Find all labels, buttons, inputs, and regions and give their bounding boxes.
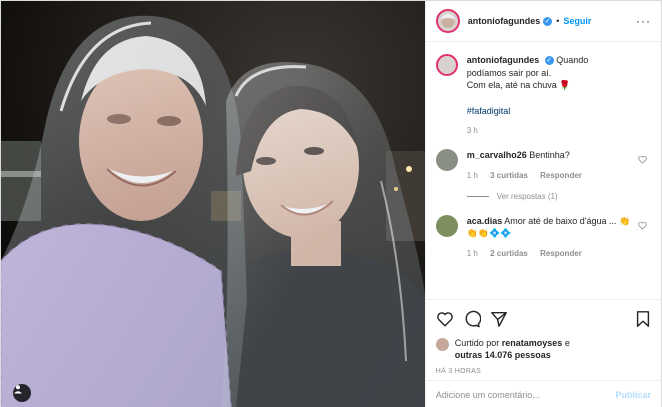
like-comment-heart-icon[interactable] <box>638 221 647 230</box>
comment-meta: 1 h 3 curtidas Responder <box>467 171 635 180</box>
user-icon <box>14 385 22 394</box>
commenter-username[interactable]: aca.dias <box>467 216 503 226</box>
comment-time[interactable]: 1 h <box>467 249 478 258</box>
caption: antoniofagundes ✓ Quando podíamos sair p… <box>435 54 651 135</box>
likes-others[interactable]: outras 14.076 pessoas <box>455 350 551 360</box>
comment-item: aca.dias Amor até de baixo d'água ... 👏👏… <box>435 214 651 258</box>
commenter-avatar[interactable] <box>435 149 458 171</box>
view-replies-label: Ver respostas (1) <box>496 191 558 201</box>
caption-username[interactable]: antoniofagundes <box>467 55 540 65</box>
verified-badge-icon: ✓ <box>544 56 554 66</box>
likes-text: Curtido por renatamoyses e outras 14.076… <box>455 337 570 361</box>
comments-list[interactable]: antoniofagundes ✓ Quando podíamos sair p… <box>426 42 661 298</box>
commenter-avatar[interactable] <box>435 214 458 237</box>
caption-line2: podíamos sair por aí. <box>466 67 552 78</box>
comment-text: aca.dias Amor até de baixo d'água ... 👏👏… <box>467 215 635 240</box>
caption-line3: Com ela, até na chuva 🌹 <box>466 80 571 90</box>
likes-prefix: Curtido por <box>454 338 500 348</box>
like-comment-heart-icon[interactable] <box>638 155 647 164</box>
likes-summary[interactable]: Curtido por renatamoyses e outras 14.076… <box>435 337 651 361</box>
commenter-username[interactable]: m_carvalho26 <box>467 150 527 160</box>
caption-meta: 3 h <box>467 126 635 135</box>
post-timestamp[interactable]: HÁ 3 HORAS <box>436 368 651 375</box>
replies-divider <box>466 195 489 197</box>
verified-badge-icon: ✓ <box>543 16 553 26</box>
post-sidebar: antoniofagundes ✓ • Seguir ··· antoniofa… <box>424 1 661 407</box>
comment-likes[interactable]: 2 curtidas <box>490 249 528 258</box>
comment-text: m_carvalho26 Bentinha? <box>467 149 635 162</box>
more-options-icon[interactable]: ··· <box>636 14 651 28</box>
comment-body: m_carvalho26 Bentinha? 1 h 3 curtidas Re… <box>467 149 651 180</box>
comment-likes[interactable]: 3 curtidas <box>490 171 528 180</box>
reply-button[interactable]: Responder <box>540 249 582 258</box>
caption-line1: Quando <box>556 55 589 65</box>
bookmark-icon[interactable] <box>635 310 651 328</box>
author-avatar[interactable] <box>435 9 460 33</box>
liker-avatar <box>435 338 449 351</box>
reply-button[interactable]: Responder <box>540 171 582 180</box>
comment-meta: 1 h 2 curtidas Responder <box>467 249 635 258</box>
caption-time[interactable]: 3 h <box>467 126 478 135</box>
heart-icon[interactable] <box>436 310 454 328</box>
comment-item: m_carvalho26 Bentinha? 1 h 3 curtidas Re… <box>435 149 651 180</box>
separator-dot: • <box>556 16 560 26</box>
likes-conj: e <box>564 338 570 348</box>
comment-icon[interactable] <box>463 310 481 328</box>
photo-illustration <box>1 1 425 407</box>
comment-body: aca.dias Amor até de baixo d'água ... 👏👏… <box>467 215 651 258</box>
post-modal: antoniofagundes ✓ • Seguir ··· antoniofa… <box>0 0 662 407</box>
add-comment-bar: Adicione um comentário... Publicar <box>425 380 661 407</box>
caption-avatar[interactable] <box>435 54 458 76</box>
caption-body: antoniofagundes ✓ Quando podíamos sair p… <box>467 54 651 135</box>
post-photo[interactable] <box>1 1 425 407</box>
post-header: antoniofagundes ✓ • Seguir ··· <box>425 1 661 42</box>
post-actions: Curtido por renatamoyses e outras 14.076… <box>425 299 661 375</box>
publish-button[interactable]: Publicar <box>615 390 651 400</box>
caption-text: antoniofagundes ✓ Quando podíamos sair p… <box>467 54 635 117</box>
tagged-people-button[interactable] <box>13 384 31 402</box>
view-replies-button[interactable]: Ver respostas (1) <box>466 191 651 201</box>
share-icon[interactable] <box>490 310 508 328</box>
comment-input[interactable]: Adicione um comentário... <box>436 390 616 400</box>
follow-button[interactable]: Seguir <box>563 16 591 26</box>
action-icons <box>436 308 651 330</box>
comment-time[interactable]: 1 h <box>467 171 478 180</box>
hashtag-link[interactable]: #fafadigital <box>467 105 635 118</box>
comment-content: Bentinha? <box>529 150 570 160</box>
liker-username[interactable]: renatamoyses <box>502 338 563 348</box>
author-username[interactable]: antoniofagundes <box>468 16 541 26</box>
